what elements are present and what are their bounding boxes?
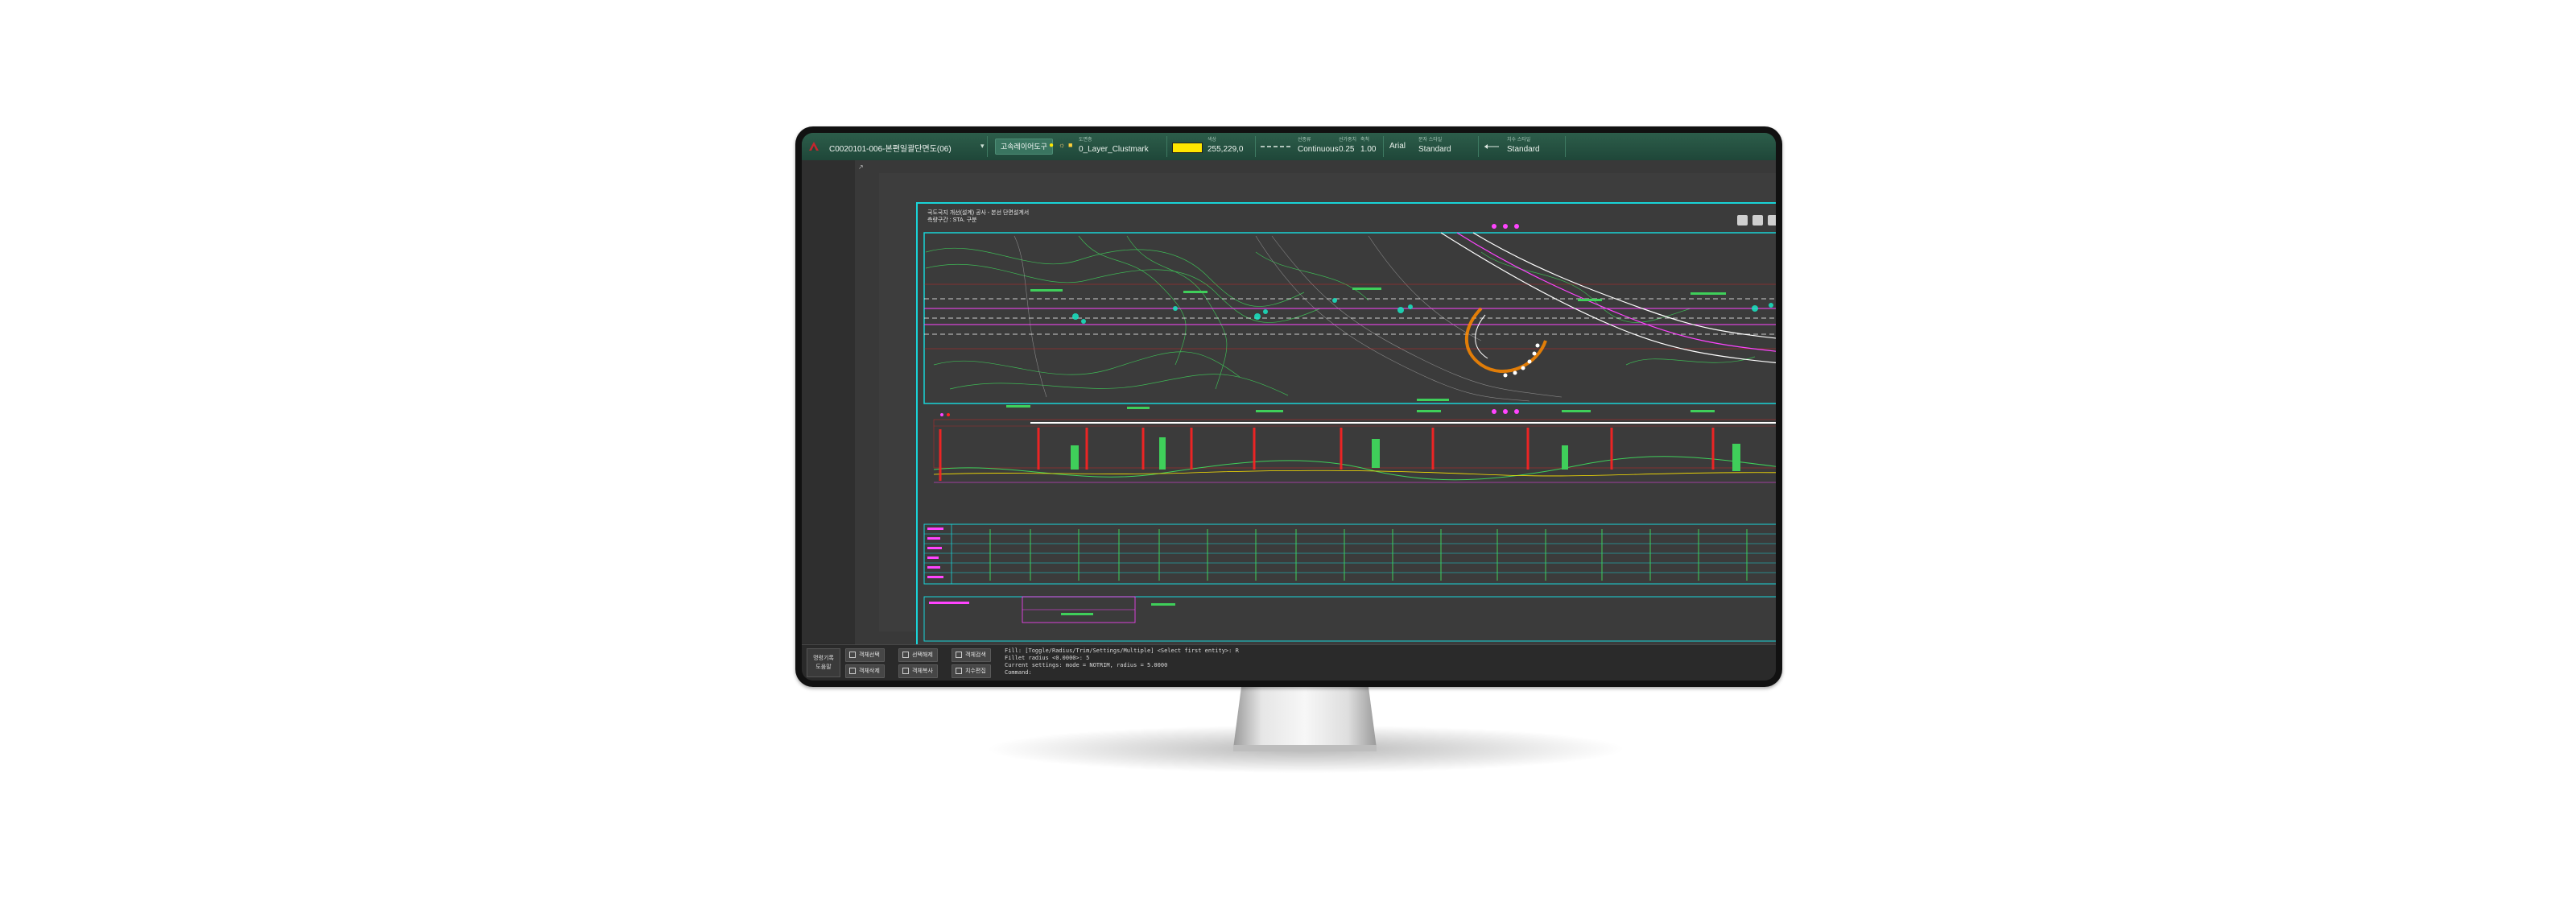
- layer-select[interactable]: 도면층 0_Layer_Clustmark: [1079, 137, 1149, 156]
- left-dock-panel: [802, 160, 856, 643]
- quick-button-dim-edit[interactable]: 치수편집: [952, 664, 991, 678]
- dimension-edit-icon: [956, 668, 962, 674]
- color-value: 255,229,0: [1208, 145, 1244, 154]
- quick-button-label: 객체선택: [859, 652, 880, 658]
- profile-labels: [1006, 405, 1740, 471]
- copy-icon: [902, 668, 909, 674]
- property-toolbar: C0020101-006-본편일괄단면도(06) ▾ 고속레이어도구 ● ☼ ■…: [802, 133, 1776, 160]
- quick-button-deselect[interactable]: 선택해제: [898, 648, 938, 662]
- command-prompt[interactable]: Command:: [1005, 669, 1769, 676]
- delete-icon: [849, 668, 856, 674]
- quick-button-copy[interactable]: 객체복사: [898, 664, 938, 678]
- sun-icon[interactable]: ☼: [1059, 141, 1065, 149]
- monitor-stand: [1233, 687, 1377, 751]
- drawing-title: C0020101-006-본편일괄단면도(06): [829, 145, 952, 154]
- table-row-labels: [927, 528, 943, 578]
- command-line: Fillet radius <0.0000>: 5: [1005, 655, 1090, 661]
- title-block: [923, 596, 1776, 642]
- cad-drawing: [923, 224, 1776, 642]
- font-select[interactable]: Arial: [1389, 141, 1406, 160]
- deselect-icon: [902, 652, 909, 658]
- interchange-loop: [1465, 307, 1547, 378]
- monitor-bezel: C0020101-006-본편일괄단면도(06) ▾ 고속레이어도구 ● ☼ ■…: [795, 126, 1782, 687]
- profile-view: [933, 405, 1776, 483]
- drawing-canvas[interactable]: ↗ 국도국지 개선(설계) 공사 - 본선 단면설계서 측량구간 : STA. …: [855, 160, 1776, 648]
- quick-button-label: 선택해제: [912, 652, 933, 658]
- font-value: Arial: [1389, 142, 1406, 151]
- quick-button-label: 객체복사: [912, 668, 933, 674]
- toolbar-divider: [1255, 136, 1256, 157]
- color-select[interactable]: 색상 255,229,0: [1208, 137, 1244, 156]
- linetype-caption: 선종류: [1298, 138, 1311, 143]
- dimstyle-select[interactable]: 치수 스타일 Standard: [1507, 137, 1540, 156]
- stage: C0020101-006-본편일괄단면도(06) ▾ 고속레이어도구 ● ☼ ■…: [0, 0, 2576, 902]
- road-alignment: [924, 232, 1776, 363]
- lineweight-caption: 선가중치: [1339, 138, 1357, 143]
- toolbar-divider: [1166, 136, 1167, 157]
- table-ticks: [989, 529, 1748, 581]
- plan-frame: [923, 232, 1776, 404]
- command-area: 명령기록 도움말 객체선택 선택해제 객체검색 객체삭제 객체복사 치수편집 F…: [802, 644, 1776, 681]
- layer-caption: 도면층: [1079, 138, 1092, 143]
- dimstyle-caption: 치수 스타일: [1507, 138, 1531, 143]
- layout-paper: 국도국지 개선(설계) 공사 - 본선 단면설계서 측량구간 : STA. 구분: [879, 173, 1776, 648]
- quick-button-label: 객체검색: [965, 652, 986, 658]
- panel-label-history: 명령기록: [813, 656, 834, 661]
- lock-icon[interactable]: ■: [1068, 141, 1072, 149]
- layer-name: 0_Layer_Clustmark: [1079, 145, 1149, 154]
- color-caption: 색상: [1208, 138, 1217, 143]
- command-history: Fill: [Toggle/Radius/Trim/Settings/Multi…: [1005, 648, 1769, 676]
- lineweight-select[interactable]: 선가중치 0.25: [1339, 137, 1356, 156]
- linetype-select[interactable]: 선종류 Continuous: [1298, 137, 1339, 156]
- quick-button-select[interactable]: 객체선택: [845, 648, 885, 662]
- quick-button-label: 객체삭제: [859, 668, 880, 674]
- plan-terrain: [1013, 235, 1563, 402]
- bulb-icon[interactable]: ●: [1049, 141, 1054, 150]
- command-line: Current settings: mode = NOTRIM, radius …: [1005, 662, 1168, 668]
- command-line: Fill: [Toggle/Radius/Trim/Settings/Multi…: [1005, 648, 1239, 654]
- toolbar-divider: [1478, 136, 1479, 157]
- textstyle-value: Standard: [1418, 145, 1451, 154]
- textstyle-caption: 문자 스타일: [1418, 138, 1443, 143]
- select-icon: [849, 652, 856, 658]
- panel-label-help: 도움말: [815, 664, 832, 670]
- color-swatch[interactable]: [1172, 143, 1203, 153]
- quick-button-delete[interactable]: 객체삭제: [845, 664, 885, 678]
- search-icon: [956, 652, 962, 658]
- dimstyle-value: Standard: [1507, 145, 1540, 154]
- toolbar-divider: [1565, 136, 1566, 157]
- station-table: [923, 523, 1776, 585]
- textstyle-select[interactable]: 문자 스타일 Standard: [1418, 137, 1451, 156]
- drawing-sheet[interactable]: 국도국지 개선(설계) 공사 - 본선 단면설계서 측량구간 : STA. 구분: [916, 202, 1776, 648]
- lineweight-value: 0.25: [1339, 145, 1355, 154]
- linetype-value: Continuous: [1298, 145, 1339, 154]
- plan-annotations: [1030, 288, 1726, 401]
- toolbar-divider: [987, 136, 988, 157]
- plan-contours: [925, 235, 1756, 396]
- plan-markers: [1492, 224, 1519, 414]
- layer-tool-button[interactable]: 고속레이어도구: [995, 139, 1053, 155]
- linetype-preview-icon: [1261, 146, 1293, 147]
- app-logo-icon[interactable]: [807, 139, 821, 154]
- dropdown-arrow-icon[interactable]: ▾: [980, 142, 985, 151]
- quick-button-label: 치수편집: [965, 668, 986, 674]
- command-panel-toggle[interactable]: 명령기록 도움말: [807, 648, 840, 677]
- cad-app-window: C0020101-006-본편일괄단면도(06) ▾ 고속레이어도구 ● ☼ ■…: [802, 133, 1776, 681]
- dimension-icon: [1484, 144, 1499, 149]
- quick-button-search[interactable]: 객체검색: [952, 648, 991, 662]
- vegetation-symbols: [1072, 298, 1773, 324]
- ltscale-value: 1.00: [1360, 145, 1377, 154]
- toolbar-divider: [1383, 136, 1384, 157]
- ltscale-select[interactable]: 축척 1.00: [1360, 137, 1376, 156]
- ltscale-caption: 축척: [1360, 138, 1370, 143]
- ucs-icon: ↗: [858, 163, 864, 171]
